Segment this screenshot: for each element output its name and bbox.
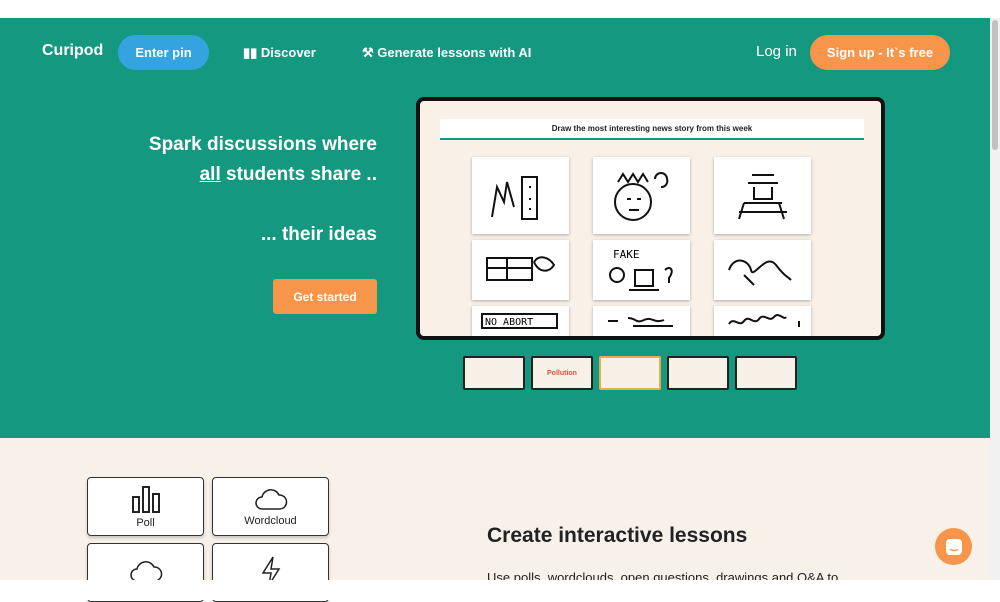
cloud-icon: [254, 488, 287, 510]
drawing-card: [593, 157, 690, 234]
logo[interactable]: Curipod: [42, 42, 103, 60]
drawing-card: [472, 240, 569, 300]
drawing-water: [728, 314, 800, 327]
drawing-card: [472, 157, 569, 234]
scrollbar-thumb[interactable]: [992, 20, 998, 150]
svg-text:NO ABORT: NO ABORT: [485, 317, 533, 328]
slide-thumbnail[interactable]: Pollution: [531, 356, 593, 390]
navbar: Curipod Enter pin ▮▮ Discover ⚒ Generate…: [0, 18, 990, 86]
drawing-temple: [738, 174, 787, 220]
drawing-no-abort: NO ABORT: [481, 313, 558, 329]
chat-icon: [945, 538, 962, 555]
get-started-button[interactable]: Get started: [273, 279, 377, 314]
hero-section: Curipod Enter pin ▮▮ Discover ⚒ Generate…: [0, 18, 990, 438]
discover-label: Discover: [260, 45, 316, 60]
bar-chart-icon: [131, 485, 160, 513]
slide-thumbnails: Pollution: [463, 356, 797, 390]
preview-prompt: Draw the most interesting news story fro…: [440, 119, 864, 140]
drawing-scribble: [608, 317, 673, 327]
generate-link[interactable]: ⚒ Generate lessons with AI: [362, 45, 531, 61]
svg-text:FAKE: FAKE: [613, 248, 640, 261]
hero-headline: Spark discussions where all students sha…: [149, 130, 377, 250]
tile-label: Poll: [136, 516, 155, 529]
generate-label: Generate lessons with AI: [377, 45, 532, 60]
drawing-card: [714, 306, 811, 336]
tile-wordcloud[interactable]: Wordcloud: [212, 477, 329, 536]
slide-thumbnail[interactable]: [667, 356, 729, 390]
cloud-icon: [129, 560, 162, 582]
slide-thumbnail-active[interactable]: [599, 356, 661, 390]
headline-line2-rest: students share ..: [220, 164, 377, 185]
headline-line1: Spark discussions where: [148, 134, 377, 155]
section-heading: Create interactive lessons: [487, 524, 748, 547]
lesson-preview: Draw the most interesting news story fro…: [416, 97, 885, 340]
login-link[interactable]: Log in: [756, 43, 797, 60]
drawing-card: [714, 240, 811, 300]
viewport-bottom: [0, 580, 1000, 600]
slide-thumbnail[interactable]: [735, 356, 797, 390]
headline-line3: ... their ideas: [260, 224, 377, 245]
drawing-card: NO ABORT: [472, 306, 569, 336]
slide-thumbnail[interactable]: [463, 356, 525, 390]
drawing-map: [728, 259, 792, 286]
scrollbar[interactable]: [990, 18, 1000, 580]
tile-label: Wordcloud: [244, 514, 297, 527]
drawing-face: [614, 172, 669, 221]
headline-emphasis: all: [199, 164, 221, 185]
drawing-fake-news: FAKE: [609, 248, 673, 291]
drawing-card: FAKE: [593, 240, 690, 300]
headline-line2: all students share ..: [149, 160, 377, 190]
drawing-fire-building: [491, 176, 538, 220]
drawing-card: [714, 157, 811, 234]
tile-poll[interactable]: Poll: [87, 477, 204, 536]
discover-link[interactable]: ▮▮ Discover: [243, 45, 316, 61]
chat-button[interactable]: [935, 528, 972, 565]
magic-wand-icon: ⚒: [362, 45, 378, 60]
enter-pin-button[interactable]: Enter pin: [118, 35, 209, 70]
signup-button[interactable]: Sign up - It`s free: [810, 35, 950, 70]
discover-icon: ▮▮: [243, 45, 261, 60]
drawing-sign: [486, 256, 556, 281]
drawing-card: [593, 306, 690, 336]
